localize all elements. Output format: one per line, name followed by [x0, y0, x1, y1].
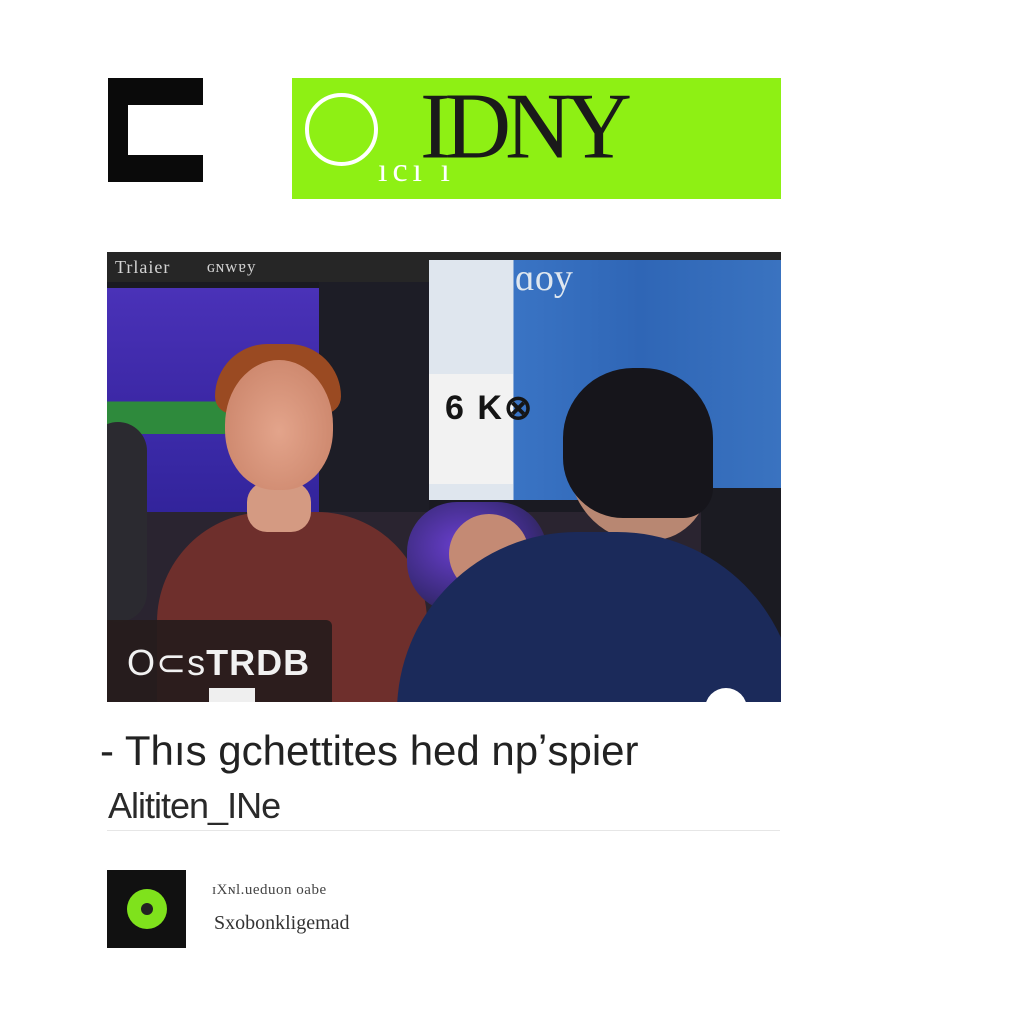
media-badge-underline [209, 688, 255, 702]
article-headline[interactable]: - Thıs gchettites hed npʼspier [100, 727, 780, 775]
ring-icon [305, 93, 378, 166]
person-right-hair [563, 368, 713, 518]
media-top-left-caption: Trlaier [115, 257, 171, 277]
brand-subtitle: ıcı ı [378, 152, 455, 189]
article-byline[interactable]: Alititen_INe [108, 782, 281, 830]
brand-banner[interactable]: IDNY ıcı ı [292, 78, 781, 199]
person-edge [107, 422, 147, 622]
menu-icon[interactable] [108, 78, 203, 182]
menu-icon-bar-bottom [108, 155, 203, 182]
divider [107, 830, 780, 831]
media-badge-strong: TRDB [206, 642, 311, 683]
board-card-text: 6 K⊗ [445, 389, 535, 427]
author-avatar-dot [141, 903, 153, 915]
board-label: ɑoy [515, 257, 573, 299]
media-badge-text: O⊂sTRDB [127, 642, 310, 684]
author-name[interactable]: ɪXɴl.ueduon oabe [212, 882, 327, 899]
author-handle[interactable]: Sxobonkligemad [214, 912, 350, 935]
author-avatar-icon[interactable] [107, 870, 186, 948]
media-card[interactable]: Trlaier ɢɴwɐy ɑoy 6 K⊗ O⊂sTRDB [107, 252, 781, 702]
media-top-caption: ɢɴwɐy [207, 257, 257, 276]
media-badge-prefix: O⊂s [127, 642, 207, 683]
person-left-head [225, 360, 333, 490]
